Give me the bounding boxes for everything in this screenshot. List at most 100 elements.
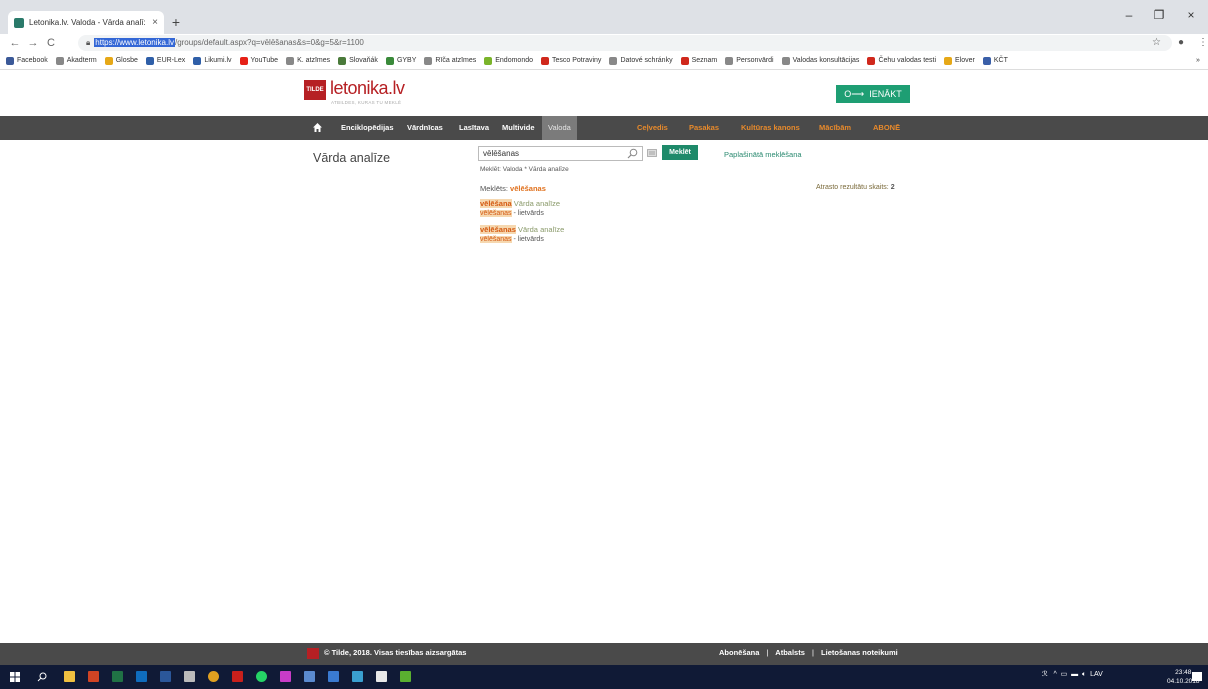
- bookmark-label: GYBY: [396, 57, 417, 64]
- app-icon[interactable]: [352, 671, 363, 682]
- nav-item-macibam[interactable]: Mācībām: [819, 116, 851, 140]
- bookmark-item[interactable]: Tesco Potraviny: [541, 56, 601, 65]
- language-indicator[interactable]: LAV: [1090, 671, 1103, 678]
- site-logo-text[interactable]: letonika.lv: [330, 78, 405, 99]
- search-button[interactable]: Meklēt: [662, 145, 698, 160]
- bookmark-label: Datové schránky: [620, 57, 673, 64]
- site-tagline: ATBILDES, KURAS TU MEKLĒ: [331, 100, 402, 105]
- maximize-button[interactable]: ❐: [1144, 8, 1174, 22]
- bookmark-item[interactable]: Endomondo: [484, 56, 534, 65]
- footer-link-abonesana[interactable]: Abonēšana: [719, 648, 759, 657]
- file-explorer-icon[interactable]: [64, 671, 75, 682]
- taskbar-search-icon[interactable]: [37, 672, 47, 682]
- acrobat-icon[interactable]: [232, 671, 243, 682]
- bookmark-item[interactable]: Seznam: [680, 56, 717, 65]
- footer-link-atbalsts[interactable]: Atbalsts: [775, 648, 805, 657]
- bookmark-label: YouTube: [250, 57, 279, 64]
- nav-item-celvedis[interactable]: Ceļvedis: [637, 116, 668, 140]
- excel-icon[interactable]: [112, 671, 123, 682]
- nav-item-lasitava[interactable]: Lasītava: [459, 116, 489, 140]
- result-subline: vēlēšanas - lietvārds: [480, 236, 544, 243]
- address-bar[interactable]: 🔒︎ https://www.letonika.lv/groups/default…: [78, 35, 1172, 51]
- bookmark-label: Čehu valodas testi: [878, 57, 937, 64]
- page-title: Vārda analīze: [313, 151, 391, 165]
- keyboard-icon[interactable]: [647, 149, 657, 157]
- bookmark-item[interactable]: Personvārdi: [725, 56, 774, 65]
- app-icon[interactable]: [280, 671, 291, 682]
- bookmark-label: EUR-Lex: [156, 57, 186, 64]
- home-icon[interactable]: [312, 122, 323, 133]
- calculator-icon[interactable]: [184, 671, 195, 682]
- bookmark-label: Endomondo: [495, 57, 534, 64]
- nav-item-vardnicas[interactable]: Vārdnīcas: [407, 116, 443, 140]
- bookmark-favicon-icon: [104, 56, 113, 65]
- chrome-icon[interactable]: [208, 671, 219, 682]
- bookmark-item[interactable]: Facebook: [6, 56, 48, 65]
- powerpoint-icon[interactable]: [88, 671, 99, 682]
- login-button[interactable]: O⟶ IENĀKT: [836, 85, 910, 103]
- advanced-search-link[interactable]: Paplašinātā meklēšana: [724, 150, 802, 159]
- bookmark-label: Akadterm: [66, 57, 97, 64]
- windows-start-icon[interactable]: [10, 672, 20, 682]
- bookmark-favicon-icon: [55, 56, 64, 65]
- bookmark-item[interactable]: Slovaňák: [338, 56, 378, 65]
- system-tray[interactable]: ℛ ^ ▭ ▬ 🔈︎ LAV: [1042, 670, 1103, 679]
- bookmark-favicon-icon: [145, 56, 154, 65]
- back-arrow-icon[interactable]: ←: [8, 36, 22, 50]
- bookmark-item[interactable]: YouTube: [239, 56, 279, 65]
- whatsapp-icon[interactable]: [256, 671, 267, 682]
- nav-item-abone[interactable]: ABONĒ: [873, 116, 900, 140]
- bookmark-item[interactable]: Likumi.lv: [193, 56, 232, 65]
- bookmark-item[interactable]: Glosbe: [104, 56, 138, 65]
- browser-tab[interactable]: Letonika.lv. Valoda - Vārda analī: ×: [8, 11, 164, 34]
- tab-close-icon[interactable]: ×: [152, 17, 158, 28]
- footer-link-lietosanas-noteikumi[interactable]: Lietošanas noteikumi: [821, 648, 898, 657]
- bookmarks-overflow-button[interactable]: »: [1196, 57, 1200, 64]
- close-window-button[interactable]: ×: [1176, 8, 1206, 22]
- login-label: IENĀKT: [869, 89, 902, 99]
- bookmark-item[interactable]: GYBY: [385, 56, 417, 65]
- bookmark-item[interactable]: Akadterm: [55, 56, 97, 65]
- word-icon[interactable]: [160, 671, 171, 682]
- search-icon[interactable]: [627, 148, 638, 159]
- bookmark-item[interactable]: Rīča atzīmes: [424, 56, 476, 65]
- bookmark-item[interactable]: Valodas konsultācijas: [781, 56, 859, 65]
- bookmark-item[interactable]: EUR-Lex: [145, 56, 186, 65]
- nav-item-pasakas[interactable]: Pasakas: [689, 116, 719, 140]
- bookmark-favicon-icon: [286, 56, 295, 65]
- bookmark-favicon-icon: [424, 56, 433, 65]
- bookmark-favicon-icon: [6, 56, 14, 65]
- app-icon[interactable]: [400, 671, 411, 682]
- result-title-link[interactable]: vēlēšanas Vārda analīze: [480, 225, 564, 234]
- minimize-button[interactable]: –: [1114, 8, 1144, 22]
- tab-title: Letonika.lv. Valoda - Vārda analī:: [29, 18, 146, 27]
- bookmark-item[interactable]: K. atzīmes: [286, 56, 330, 65]
- notifications-icon[interactable]: [1192, 672, 1202, 681]
- bookmark-label: Likumi.lv: [204, 57, 232, 64]
- new-tab-button[interactable]: +: [168, 14, 184, 30]
- app-icon[interactable]: [328, 671, 339, 682]
- forward-arrow-icon[interactable]: →: [26, 36, 40, 50]
- bookmark-star-icon[interactable]: ☆: [1152, 37, 1161, 48]
- nav-item-kulturas-kanons[interactable]: Kultūras kanons: [741, 116, 800, 140]
- bookmark-item[interactable]: KČT: [982, 56, 1008, 65]
- bookmark-item[interactable]: Elover: [944, 56, 975, 65]
- bookmark-item[interactable]: Datové schránky: [609, 56, 673, 65]
- photos-icon[interactable]: [304, 671, 315, 682]
- bookmark-item[interactable]: Čehu valodas testi: [867, 56, 937, 65]
- bookmark-label: Facebook: [17, 57, 48, 64]
- search-input[interactable]: vēlēšanas: [478, 146, 643, 161]
- reload-icon[interactable]: C: [44, 36, 58, 50]
- nav-item-enciklopedijas[interactable]: Enciklopēdijas: [341, 116, 394, 140]
- footer-copyright: © Tilde, 2018. Visas tiesības aizsargāta…: [324, 648, 467, 657]
- tilde-logo[interactable]: TILDE: [304, 80, 326, 100]
- result-title-link[interactable]: vēlēšana Vārda analīze: [480, 199, 560, 208]
- nav-item-multivide[interactable]: Multivide: [502, 116, 535, 140]
- bookmark-favicon-icon: [725, 56, 734, 65]
- notepad-icon[interactable]: [376, 671, 387, 682]
- menu-dots-icon[interactable]: ⋮: [1198, 37, 1208, 48]
- outlook-icon[interactable]: [136, 671, 147, 682]
- nav-item-valoda[interactable]: Valoda: [542, 116, 577, 140]
- site-favicon-icon: [14, 17, 24, 28]
- profile-icon[interactable]: ●: [1178, 37, 1184, 48]
